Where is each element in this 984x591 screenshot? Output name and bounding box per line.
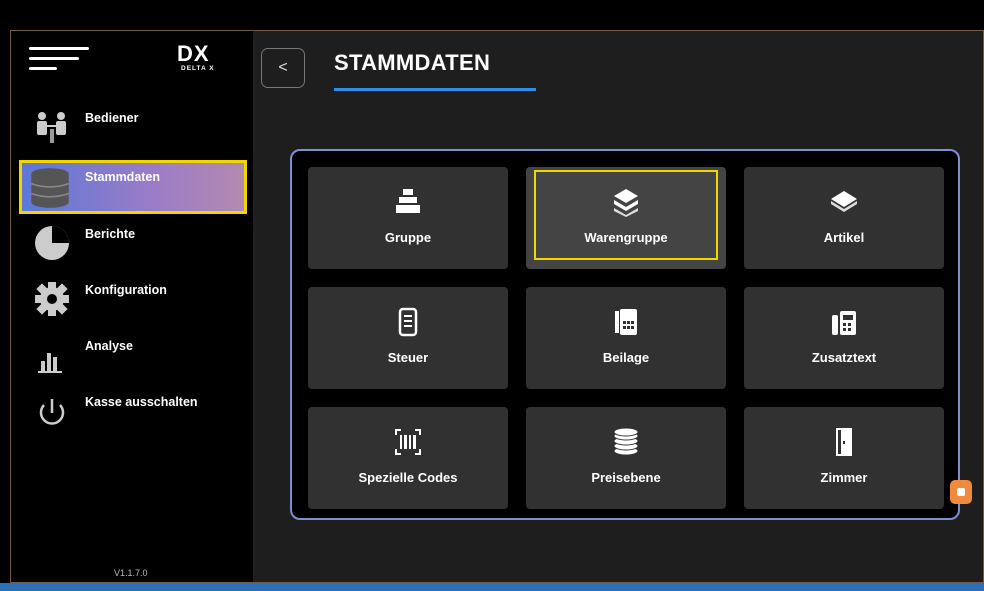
power-icon [39,399,65,425]
tile-artikel[interactable]: Artikel [744,167,944,269]
pie-chart-icon [35,226,69,260]
tile-warengruppe[interactable]: Warengruppe [526,167,726,269]
sidebar: DX DELTA X Bediener Stammdaten Berichte … [11,31,253,582]
title-underline [334,88,536,91]
app-window: DX DELTA X Bediener Stammdaten Berichte … [10,30,984,583]
tile-zusatztext[interactable]: Zusatztext [744,287,944,389]
gear-icon [35,282,69,316]
tile-spezielle-codes[interactable]: Spezielle Codes [308,407,508,509]
sidebar-item-label: Analyse [85,339,133,353]
box-icon [831,191,857,212]
delta-x-logo: DX DELTA X [177,41,215,73]
back-button[interactable]: < [261,48,305,88]
fax-icon [832,311,856,335]
chevron-left-icon: < [278,59,288,76]
sidebar-item-label: Kasse ausschalten [85,395,198,409]
side-panel-toggle[interactable] [950,480,972,504]
stack-icon [396,189,420,213]
version-label: V1.1.7.0 [114,568,148,578]
sidebar-item-stammdaten[interactable]: Stammdaten [19,160,247,214]
calculator-icon [615,309,637,335]
sidebar-item-berichte[interactable]: Berichte [19,217,247,269]
page-title: STAMMDATEN [334,50,491,75]
bar-chart-icon [38,353,62,373]
tile-beilage[interactable]: Beilage [526,287,726,389]
users-icon [37,112,66,143]
taskbar [0,583,984,591]
sidebar-item-bediener[interactable]: Bediener [19,101,247,153]
layers-icon [614,189,638,217]
coins-icon [613,427,639,456]
tile-grid-panel: Gruppe Warengruppe Artikel Steuer Beilag… [290,149,960,520]
sidebar-item-label: Bediener [85,111,139,125]
sidebar-item-kasse-ausschalten[interactable]: Kasse ausschalten [19,385,247,437]
menu-icon[interactable] [29,47,89,73]
tile-steuer[interactable]: Steuer [308,287,508,389]
sidebar-item-analyse[interactable]: Analyse [19,329,247,381]
tile-preisebene[interactable]: Preisebene [526,407,726,509]
database-icon [31,168,69,208]
sidebar-item-konfiguration[interactable]: Konfiguration [19,273,247,325]
door-icon [836,428,852,456]
barcode-icon [395,429,421,455]
sidebar-item-label: Konfiguration [85,283,167,297]
sidebar-item-label: Berichte [85,227,136,241]
tile-zimmer[interactable]: Zimmer [744,407,944,509]
tile-gruppe[interactable]: Gruppe [308,167,508,269]
sidebar-item-label: Stammdaten [85,170,161,184]
close-icon [957,488,965,496]
receipt-icon [398,307,418,337]
